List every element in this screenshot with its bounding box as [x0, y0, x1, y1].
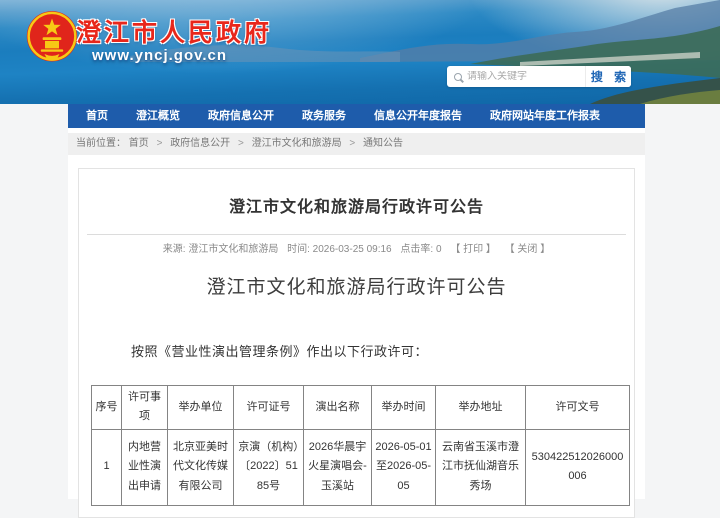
nav-item-site-report[interactable]: 政府网站年度工作报表: [476, 104, 614, 128]
header-organizer: 举办单位: [168, 386, 234, 430]
breadcrumb-separator: >: [157, 138, 163, 149]
site-title: 澄江市人民政府: [76, 13, 272, 49]
header-show-name: 演出名称: [304, 386, 372, 430]
header-license-no: 许可证号: [234, 386, 304, 430]
content-wrapper: 当前位置： 首页 > 政府信息公开 > 澄江市文化和旅游局 > 通知公告 澄江市…: [68, 128, 645, 499]
nav-item-gov-info[interactable]: 政府信息公开: [194, 104, 288, 128]
cell-doc-no: 530422512026000006: [526, 429, 630, 505]
main-nav: 首页 澄江概览 政府信息公开 政务服务 信息公开年度报告 政府网站年度工作报表: [68, 104, 645, 128]
nav-item-overview[interactable]: 澄江概览: [122, 104, 194, 128]
cell-show-name: 2026华晨宇火星演唱会-玉溪站: [304, 429, 372, 505]
breadcrumb-notices[interactable]: 通知公告: [363, 138, 403, 149]
meta-hits: 点击率: 0: [400, 244, 441, 255]
cell-time: 2026-05-01至2026-05-05: [372, 429, 436, 505]
cell-organizer: 北京亚美时代文化传媒有限公司: [168, 429, 234, 505]
breadcrumb-separator: >: [238, 138, 244, 149]
banner: 澄江市人民政府 www.yncj.gov.cn 搜 索: [0, 0, 720, 104]
search-icon: [454, 73, 462, 81]
article-panel: 澄江市文化和旅游局行政许可公告 来源: 澄江市文化和旅游局 时间: 2026-0…: [78, 168, 635, 518]
cell-item: 内地营业性演出申请: [122, 429, 168, 505]
cell-address: 云南省玉溪市澄江市抚仙湖音乐秀场: [436, 429, 526, 505]
breadcrumb-home[interactable]: 首页: [129, 138, 149, 149]
header-time: 举办时间: [372, 386, 436, 430]
table-row: 1 内地营业性演出申请 北京亚美时代文化传媒有限公司 京演（机构）〔2022〕5…: [92, 429, 630, 505]
header-address: 举办地址: [436, 386, 526, 430]
header-item: 许可事项: [122, 386, 168, 430]
search-button[interactable]: 搜 索: [585, 66, 631, 87]
search-bar: 搜 索: [447, 66, 631, 87]
breadcrumb-label: 当前位置：: [76, 138, 126, 149]
breadcrumb-bureau[interactable]: 澄江市文化和旅游局: [252, 138, 342, 149]
breadcrumb: 当前位置： 首页 > 政府信息公开 > 澄江市文化和旅游局 > 通知公告: [68, 133, 645, 155]
print-button[interactable]: 【 打印 】: [450, 244, 496, 255]
cell-seq: 1: [92, 429, 122, 505]
article-subtitle: 澄江市文化和旅游局行政许可公告: [79, 272, 634, 299]
article-paragraph: 按照《营业性演出管理条例》作出以下行政许可：: [79, 341, 634, 360]
meta-time: 时间: 2026-03-25 09:16: [287, 244, 392, 255]
license-table: 序号 许可事项 举办单位 许可证号 演出名称 举办时间 举办地址 许可文号 1 …: [91, 385, 630, 506]
site-url: www.yncj.gov.cn: [92, 47, 227, 64]
close-button[interactable]: 【 关闭 】: [505, 244, 551, 255]
national-emblem-logo: [24, 9, 80, 71]
table-header-row: 序号 许可事项 举办单位 许可证号 演出名称 举办时间 举办地址 许可文号: [92, 386, 630, 430]
nav-item-services[interactable]: 政务服务: [288, 104, 360, 128]
article-meta: 来源: 澄江市文化和旅游局 时间: 2026-03-25 09:16 点击率: …: [79, 240, 634, 255]
nav-item-home[interactable]: 首页: [72, 104, 122, 128]
breadcrumb-gov-info[interactable]: 政府信息公开: [170, 138, 230, 149]
header-doc-no: 许可文号: [526, 386, 630, 430]
nav-item-annual-report[interactable]: 信息公开年度报告: [360, 104, 476, 128]
breadcrumb-separator: >: [349, 138, 355, 149]
header-seq: 序号: [92, 386, 122, 430]
article-title: 澄江市文化和旅游局行政许可公告: [79, 193, 634, 217]
meta-source: 来源: 澄江市文化和旅游局: [163, 244, 279, 255]
search-input[interactable]: [467, 71, 585, 82]
cell-license-no: 京演（机构）〔2022〕5185号: [234, 429, 304, 505]
title-divider: [87, 234, 626, 235]
